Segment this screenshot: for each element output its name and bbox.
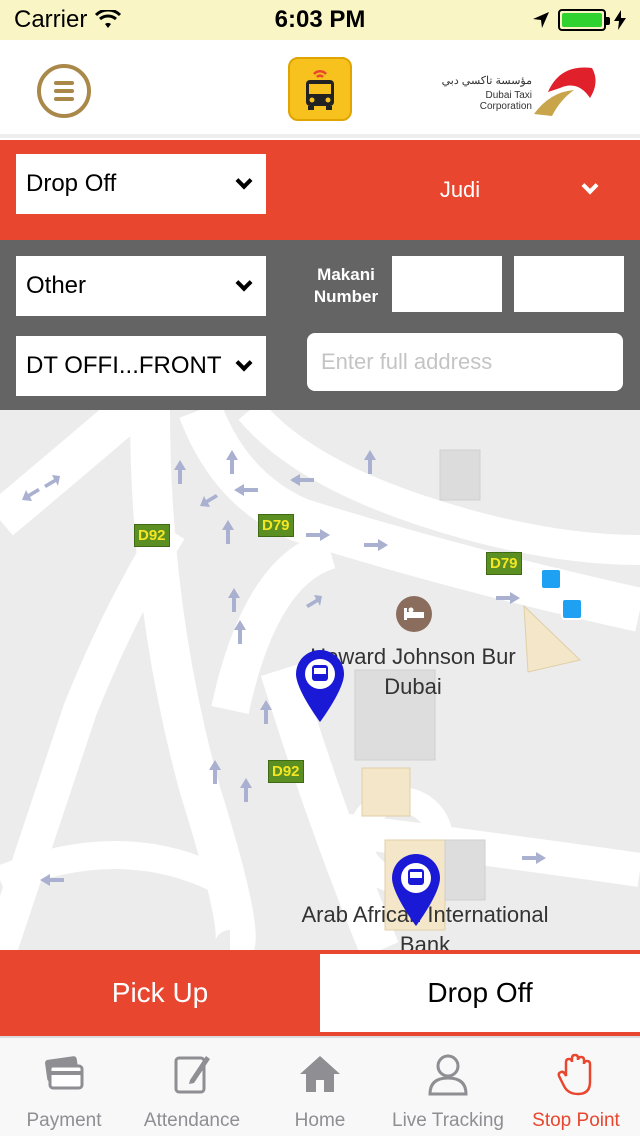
home-icon (298, 1052, 342, 1096)
bus-location-pin-icon[interactable] (392, 854, 440, 926)
tab-label: Live Tracking (392, 1110, 504, 1131)
location-type-dropdown[interactable]: Other (16, 256, 266, 316)
location-arrow-icon (533, 12, 549, 28)
credit-card-icon (42, 1052, 86, 1096)
pickup-dropoff-toggle: Pick Up Drop Off (0, 950, 640, 1036)
location-filter-bar: Other DT OFFI...FRONT Makani Number (0, 240, 640, 410)
map-view[interactable]: D92 D79 D79 D92 Howard Johnson Bur Dubai… (0, 410, 640, 950)
status-right (532, 9, 626, 31)
chevron-down-icon (235, 274, 253, 292)
pickup-button[interactable]: Pick Up (0, 954, 320, 1032)
stop-value: DT OFFI...FRONT (26, 352, 222, 379)
bus-stop-icon (561, 598, 583, 620)
app-header: مؤسسة تاكسي دبي Dubai Taxi Corporation (0, 40, 640, 138)
location-type-value: Other (26, 272, 87, 299)
trip-type-dropdown[interactable]: Drop Off (16, 154, 266, 214)
status-left: Carrier (14, 6, 122, 34)
road-label: D92 (134, 524, 170, 547)
hand-stop-icon (554, 1052, 598, 1096)
person-icon (426, 1052, 470, 1096)
student-value: Judi (439, 177, 481, 202)
carrier-label: Carrier (14, 6, 88, 33)
chevron-down-icon (235, 354, 253, 372)
hotel-icon (396, 596, 432, 632)
tab-label: Attendance (143, 1110, 241, 1131)
hamburger-menu-icon[interactable] (37, 64, 91, 118)
road-label: D79 (258, 514, 294, 537)
battery-icon (558, 9, 610, 31)
bus-stop-icon (540, 568, 562, 590)
school-bus-icon (288, 57, 352, 121)
edit-note-icon (170, 1052, 214, 1096)
makani-number-field-1[interactable] (392, 256, 502, 312)
tab-label: Stop Point (532, 1110, 620, 1131)
charging-bolt-icon (614, 10, 626, 30)
chevron-down-icon (235, 172, 253, 190)
bus-location-pin-icon[interactable] (296, 650, 344, 722)
road-label: D79 (486, 552, 522, 575)
chevron-down-icon (581, 177, 599, 195)
tab-payment[interactable]: Payment (0, 1038, 128, 1136)
tab-live-tracking[interactable]: Live Tracking (384, 1038, 512, 1136)
brand-logo-ar: مؤسسة تاكسي دبي (441, 75, 532, 87)
makani-label: Makani Number (313, 265, 379, 306)
address-input[interactable] (307, 333, 623, 391)
trip-type-value: Drop Off (26, 170, 117, 197)
tab-label: Home (294, 1110, 346, 1131)
tab-label: Payment (26, 1110, 102, 1131)
makani-number-field-2[interactable] (514, 256, 624, 312)
dropoff-button[interactable]: Drop Off (320, 954, 640, 1032)
wifi-icon (95, 10, 122, 28)
tab-attendance[interactable]: Attendance (128, 1038, 256, 1136)
tab-stop-point[interactable]: Stop Point (512, 1038, 640, 1136)
stop-dropdown[interactable]: DT OFFI...FRONT (16, 336, 266, 396)
brand-logo-en: Dubai Taxi Corporation (479, 90, 532, 112)
road-label: D92 (268, 760, 304, 783)
dubai-taxi-logo: مؤسسة تاكسي دبي Dubai Taxi Corporation (436, 62, 606, 122)
status-bar: Carrier 6:03 PM (0, 0, 640, 40)
trip-filter-bar: Drop Off Judi (0, 140, 640, 240)
tab-bar: Payment Attendance Home Live Tracking St… (0, 1036, 640, 1136)
student-dropdown[interactable]: Judi (280, 140, 640, 240)
tab-home[interactable]: Home (256, 1038, 384, 1136)
